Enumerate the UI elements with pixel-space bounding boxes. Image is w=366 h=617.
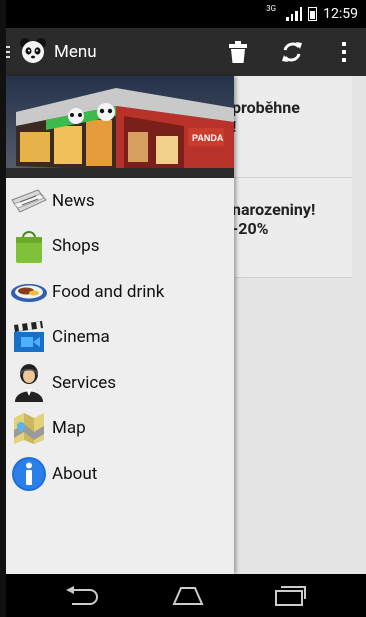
home-icon: [172, 587, 204, 605]
recent-apps-icon: [275, 586, 306, 606]
info-icon: [10, 455, 48, 493]
news-card-title: proběhne: [232, 98, 300, 117]
signal-strength-icon: [286, 7, 303, 21]
menu-item-label: Services: [52, 372, 117, 393]
app-screen: 3G 12:59 Menu proběhne ! narozeniny! -20…: [6, 0, 366, 617]
menu-item-shops[interactable]: Shops: [6, 224, 234, 270]
back-icon: [66, 586, 98, 605]
overflow-menu-icon: [342, 42, 346, 62]
overflow-menu-button[interactable]: [330, 38, 358, 66]
shopping-bag-icon: [10, 227, 48, 265]
drawer-header-image: PANDA: [6, 76, 234, 178]
drawer-menu: News Shops Food and drink Cinema Service…: [6, 178, 234, 497]
map-icon: [10, 409, 48, 447]
battery-icon: [308, 7, 318, 21]
clapperboard-icon: [10, 318, 48, 356]
action-bar-title: Menu: [54, 42, 97, 62]
refresh-icon: [282, 42, 302, 62]
trash-button[interactable]: [224, 38, 252, 66]
status-time: 12:59: [323, 6, 358, 22]
news-card-title: narozeniny!: [232, 200, 316, 219]
menu-item-label: Map: [52, 418, 86, 439]
menu-item-news[interactable]: News: [6, 178, 234, 224]
trash-icon: [229, 41, 247, 63]
menu-item-label: News: [52, 190, 95, 211]
menu-item-label: Shops: [52, 236, 100, 257]
food-plate-icon: [10, 273, 48, 311]
menu-item-label: Food and drink: [52, 281, 165, 302]
action-bar: Menu: [6, 28, 366, 76]
refresh-button[interactable]: [278, 38, 306, 66]
drawer-indicator-icon[interactable]: [6, 46, 10, 58]
status-bar: 3G 12:59: [6, 0, 366, 28]
menu-item-services[interactable]: Services: [6, 360, 234, 406]
system-navigation-bar: [6, 574, 366, 617]
newspaper-icon: [10, 182, 48, 220]
home-button[interactable]: [168, 582, 208, 610]
news-card-subtitle: -20%: [232, 219, 269, 238]
news-card-subtitle: !: [232, 117, 237, 136]
status-icons: 3G 12:59: [266, 5, 358, 23]
menu-item-label: About: [52, 463, 98, 484]
menu-item-about[interactable]: About: [6, 451, 234, 497]
menu-item-label: Cinema: [52, 327, 110, 348]
panda-logo-icon[interactable]: [19, 37, 47, 65]
menu-item-map[interactable]: Map: [6, 406, 234, 452]
navigation-drawer: PANDA News Shops Food and drink Cinema S…: [6, 76, 234, 574]
back-button[interactable]: [62, 582, 102, 610]
menu-item-cinema[interactable]: Cinema: [6, 315, 234, 361]
menu-item-food-and-drink[interactable]: Food and drink: [6, 269, 234, 315]
network-type-label: 3G: [266, 4, 277, 13]
recent-apps-button[interactable]: [270, 582, 310, 610]
service-person-icon: [10, 363, 48, 402]
svg-text:PANDA: PANDA: [192, 133, 224, 143]
